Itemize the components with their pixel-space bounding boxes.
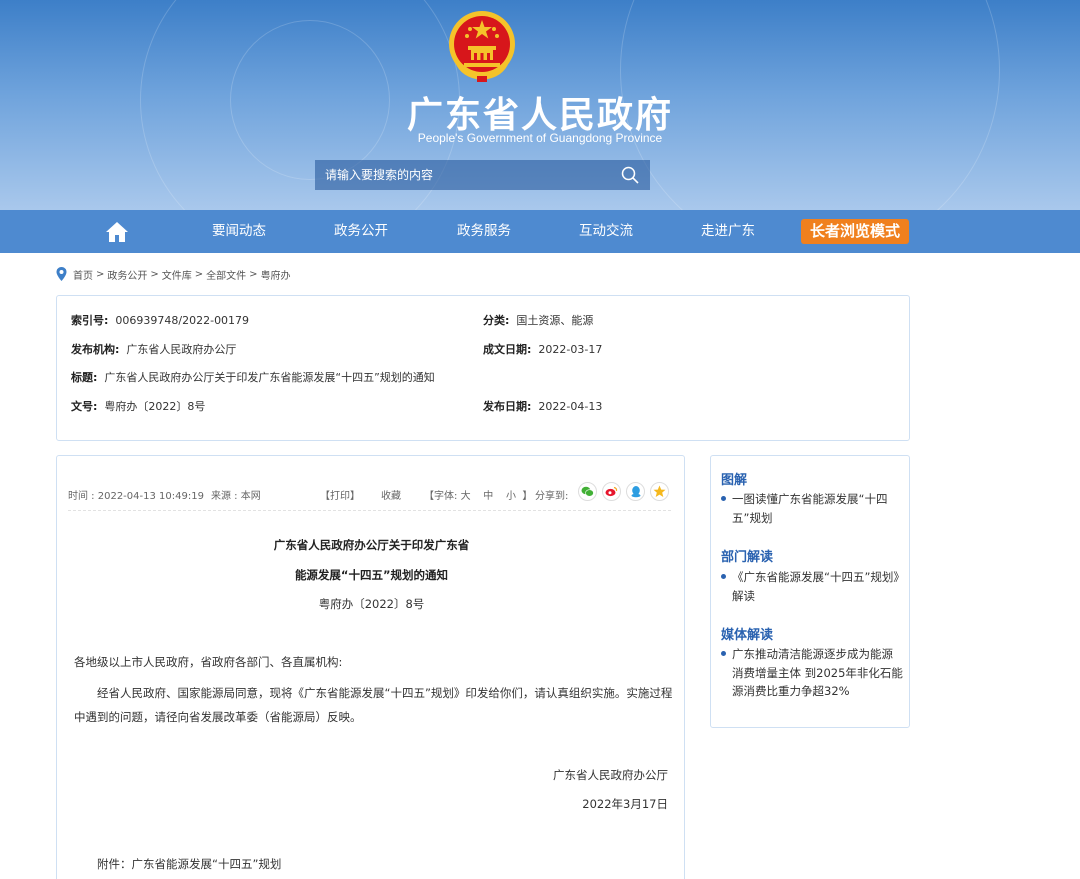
meta-value: 广东省人民政府办公厅 (126, 343, 237, 356)
meta-label: 发布机构: (71, 343, 120, 356)
meta-label: 分类: (483, 314, 510, 327)
document-number: 粤府办〔2022〕8号 (318, 597, 425, 611)
document-attachment: 附件：广东省能源发展“十四五”规划 (97, 857, 282, 871)
meta-index-number: 索引号: 006939748/2022-00179 (71, 312, 249, 328)
breadcrumb-gov-affairs[interactable]: 政务公开 (107, 267, 147, 282)
sidebar-heading-department: 部门解读 (721, 550, 774, 565)
meta-doc-number: 文号: 粤府办〔2022〕8号 (71, 398, 205, 414)
meta-title: 标题: 广东省人民政府办公厅关于印发广东省能源发展“十四五”规划的通知 (71, 369, 435, 385)
weibo-icon[interactable] (602, 482, 621, 501)
breadcrumb-separator: > (96, 268, 105, 280)
nav-item-news[interactable]: 要闻动态 (199, 210, 279, 253)
sidebar-link-infographic[interactable]: 一图读懂广东省能源发展“十四五”规划 (721, 490, 903, 527)
sidebar-link-text: 一图读懂广东省能源发展“十四五”规划 (732, 492, 888, 525)
font-size-suffix: 】 (522, 491, 533, 502)
sidebar-heading-infographic: 图解 (721, 473, 748, 488)
sidebar-link-media[interactable]: 广东推动清洁能源逐步成为能源消费增量主体 到2025年非化石能源消费比重力争超3… (721, 645, 903, 701)
meta-published-date: 发布日期: 2022-04-13 (483, 398, 602, 414)
sidebar-link-text: 广东推动清洁能源逐步成为能源消费增量主体 到2025年非化石能源消费比重力争超3… (732, 647, 903, 698)
meta-value: 2022-03-17 (538, 343, 603, 356)
meta-value: 2022-04-13 (538, 400, 603, 413)
meta-value: 粤府办〔2022〕8号 (104, 400, 206, 413)
meta-label: 文号: (71, 400, 98, 413)
source-text: 来源 : 本网 (211, 491, 261, 502)
page: 广东省人民政府 People's Government of Guangdong… (0, 0, 1080, 879)
interpretation-sidebar: 图解 一图读懂广东省能源发展“十四五”规划 部门解读 《广东省能源发展“十四五”… (710, 455, 910, 728)
home-icon (106, 222, 128, 242)
search-icon (621, 166, 639, 184)
document-title-line1: 广东省人民政府办公厅关于印发广东省 (273, 538, 470, 552)
font-medium-button[interactable]: 中 (483, 491, 493, 502)
sidebar-link-department[interactable]: 《广东省能源发展“十四五”规划》解读 (721, 568, 903, 605)
document-body: 经省人民政府、国家能源局同意，现将《广东省能源发展“十四五”规划》印发给你们，请… (74, 686, 673, 724)
nav-item-services[interactable]: 政务服务 (444, 210, 524, 253)
print-button[interactable]: 【打印】 (320, 487, 360, 502)
site-subtitle: People's Government of Guangdong Provinc… (417, 131, 663, 145)
breadcrumb-separator: > (249, 268, 258, 280)
document-meta-panel: 索引号: 006939748/2022-00179 分类: 国土资源、能源 发布… (56, 295, 910, 441)
breadcrumb-separator: > (150, 268, 159, 280)
home-button[interactable] (105, 221, 129, 243)
article-panel: 时间 : 2022-04-13 10:49:19 来源 : 本网 【打印】 收藏… (56, 455, 685, 879)
meta-publisher: 发布机构: 广东省人民政府办公厅 (71, 341, 236, 357)
qq-icon[interactable] (626, 482, 645, 501)
bullet-icon (721, 651, 726, 656)
search-input[interactable] (315, 160, 610, 190)
sidebar-heading-media: 媒体解读 (721, 628, 774, 643)
document-signature: 广东省人民政府办公厅 (553, 768, 668, 782)
header-banner: 广东省人民政府 People's Government of Guangdong… (0, 0, 1080, 210)
wechat-icon[interactable] (578, 482, 597, 501)
font-large-button[interactable]: 大 (461, 491, 471, 502)
nav-item-interaction[interactable]: 互动交流 (566, 210, 646, 253)
national-emblem-icon (447, 10, 517, 84)
font-small-button[interactable]: 小 (506, 491, 516, 502)
meta-value: 006939748/2022-00179 (115, 314, 250, 327)
meta-value: 国土资源、能源 (516, 314, 594, 327)
search-bar (315, 160, 650, 190)
document-title-line2: 能源发展“十四五”规划的通知 (294, 568, 449, 582)
breadcrumb: 首页 > 政务公开 > 文件库 > 全部文件 > 粤府办 (56, 266, 291, 282)
meta-category: 分类: 国土资源、能源 (483, 312, 593, 328)
meta-value: 广东省人民政府办公厅关于印发广东省能源发展“十四五”规划的通知 (104, 371, 435, 384)
elder-mode-button[interactable]: 长者浏览模式 (801, 219, 909, 244)
location-pin-icon (56, 267, 67, 281)
nav-item-about-guangdong[interactable]: 走进广东 (688, 210, 768, 253)
publish-time: 时间 : 2022-04-13 10:49:19 (68, 491, 204, 502)
breadcrumb-file-library[interactable]: 文件库 (162, 267, 192, 282)
breadcrumb-current[interactable]: 粤府办 (261, 267, 291, 282)
article-toolbar: 时间 : 2022-04-13 10:49:19 来源 : 本网 【打印】 收藏… (68, 482, 671, 506)
meta-label: 成文日期: (483, 343, 532, 356)
main-nav: 要闻动态 政务公开 政务服务 互动交流 走进广东 (0, 210, 1080, 253)
toolbar-divider (68, 510, 671, 511)
nav-item-gov-affairs[interactable]: 政务公开 (321, 210, 401, 253)
sidebar-link-text: 《广东省能源发展“十四五”规划》解读 (732, 570, 900, 603)
share-label: 分享到: (535, 491, 569, 502)
meta-label: 索引号: (71, 314, 109, 327)
document-date: 2022年3月17日 (582, 797, 668, 811)
bullet-icon (721, 496, 726, 501)
meta-label: 发布日期: (483, 400, 532, 413)
qzone-icon[interactable] (650, 482, 669, 501)
meta-created-date: 成文日期: 2022-03-17 (483, 341, 602, 357)
font-size-label: 【字体: (424, 491, 458, 502)
search-button[interactable] (610, 160, 650, 190)
document-salutation: 各地级以上市人民政府，省政府各部门、各直属机构: (74, 655, 343, 669)
breadcrumb-all-files[interactable]: 全部文件 (206, 267, 246, 282)
breadcrumb-separator: > (194, 268, 204, 280)
favorite-button[interactable]: 收藏 (381, 487, 401, 502)
font-size-control: 【字体: 大 中 小 】 (424, 487, 532, 502)
bullet-icon (721, 574, 726, 579)
breadcrumb-home[interactable]: 首页 (73, 267, 93, 282)
meta-label: 标题: (71, 371, 98, 384)
